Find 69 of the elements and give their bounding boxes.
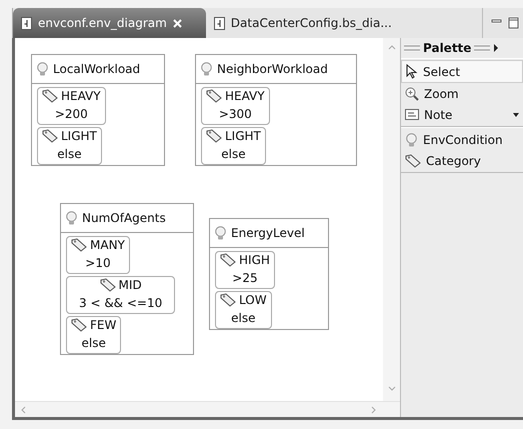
category-name: MANY [90,238,125,252]
editor-tab[interactable]: envconf.env_diagram [13,8,206,38]
grip-icon [474,44,490,52]
category-box[interactable]: MID 3 < && <=10 [66,276,176,314]
tag-icon [220,293,236,307]
light-bulb-icon [200,62,213,76]
light-bulb-icon [65,211,78,225]
category-box[interactable]: LIGHT else [201,127,266,165]
palette-item[interactable]: Zoom [401,83,523,104]
category-box[interactable]: HIGH >25 [215,251,275,289]
palette-title: Palette [423,41,472,55]
palette-item[interactable]: EnvCondition [401,129,523,150]
category-name: FEW [90,318,116,332]
editor-tab[interactable]: DataCenterConfig.bs_dia... [206,8,406,38]
tag-icon [206,89,222,103]
category-condition: 3 < && <=10 [78,295,164,310]
tag-icon [405,154,421,168]
condition-node[interactable]: NumOfAgents MANY >10 MID 3 < && <=10 FEW else [60,203,194,355]
light-bulb-icon [36,62,49,76]
category-box[interactable]: LIGHT else [37,127,102,165]
tag-icon [42,89,58,103]
category-box[interactable]: MANY >10 [66,236,130,274]
document-icon [21,16,32,30]
category-name: HIGH [239,253,270,267]
category-name: HEAVY [61,89,101,103]
category-condition: else [220,146,247,161]
condition-node[interactable]: NeighborWorkload HEAVY >300 LIGHT else [195,54,357,166]
category-name: LOW [239,293,267,307]
node-title: LocalWorkload [53,62,140,76]
document-icon [214,16,225,30]
category-name: MID [118,278,142,292]
category-condition: >300 [218,106,253,121]
close-icon[interactable] [172,18,182,28]
palette-item[interactable]: Select [401,60,523,83]
dropdown-arrow-icon[interactable] [513,112,519,116]
category-condition: else [80,335,107,350]
tag-icon [100,278,116,292]
category-condition: >25 [231,270,259,285]
category-condition: >10 [84,255,112,270]
category-name: LIGHT [225,129,261,143]
tag-icon [71,238,87,252]
maximize-icon[interactable] [508,17,519,29]
category-name: HEAVY [225,89,265,103]
condition-node[interactable]: LocalWorkload HEAVY >200 LIGHT else [31,54,165,166]
category-condition: >200 [54,106,89,121]
category-condition: else [56,146,83,161]
palette-item[interactable]: Category [401,150,523,171]
category-box[interactable]: LOW else [215,291,272,329]
palette-item[interactable]: Note [401,104,523,125]
condition-node[interactable]: EnergyLevel HIGH >25 LOW else [209,218,329,330]
expand-arrow-icon[interactable] [493,44,500,52]
node-title: NumOfAgents [82,211,166,225]
pointer-icon [406,64,418,79]
light-bulb-icon [405,132,418,146]
category-box[interactable]: FEW else [66,316,122,354]
grip-icon [404,44,420,52]
category-condition: else [230,310,256,325]
tag-icon [42,129,58,143]
node-title: EnergyLevel [231,226,305,240]
tag-icon [206,129,222,143]
tag-icon [220,253,236,267]
category-box[interactable]: HEAVY >300 [201,87,270,125]
light-bulb-icon [214,226,227,240]
category-name: LIGHT [61,129,97,143]
note-icon [405,109,419,120]
tag-icon [71,318,87,332]
zoom-icon [405,86,419,100]
node-title: NeighborWorkload [217,62,328,76]
category-box[interactable]: HEAVY >200 [37,87,106,125]
